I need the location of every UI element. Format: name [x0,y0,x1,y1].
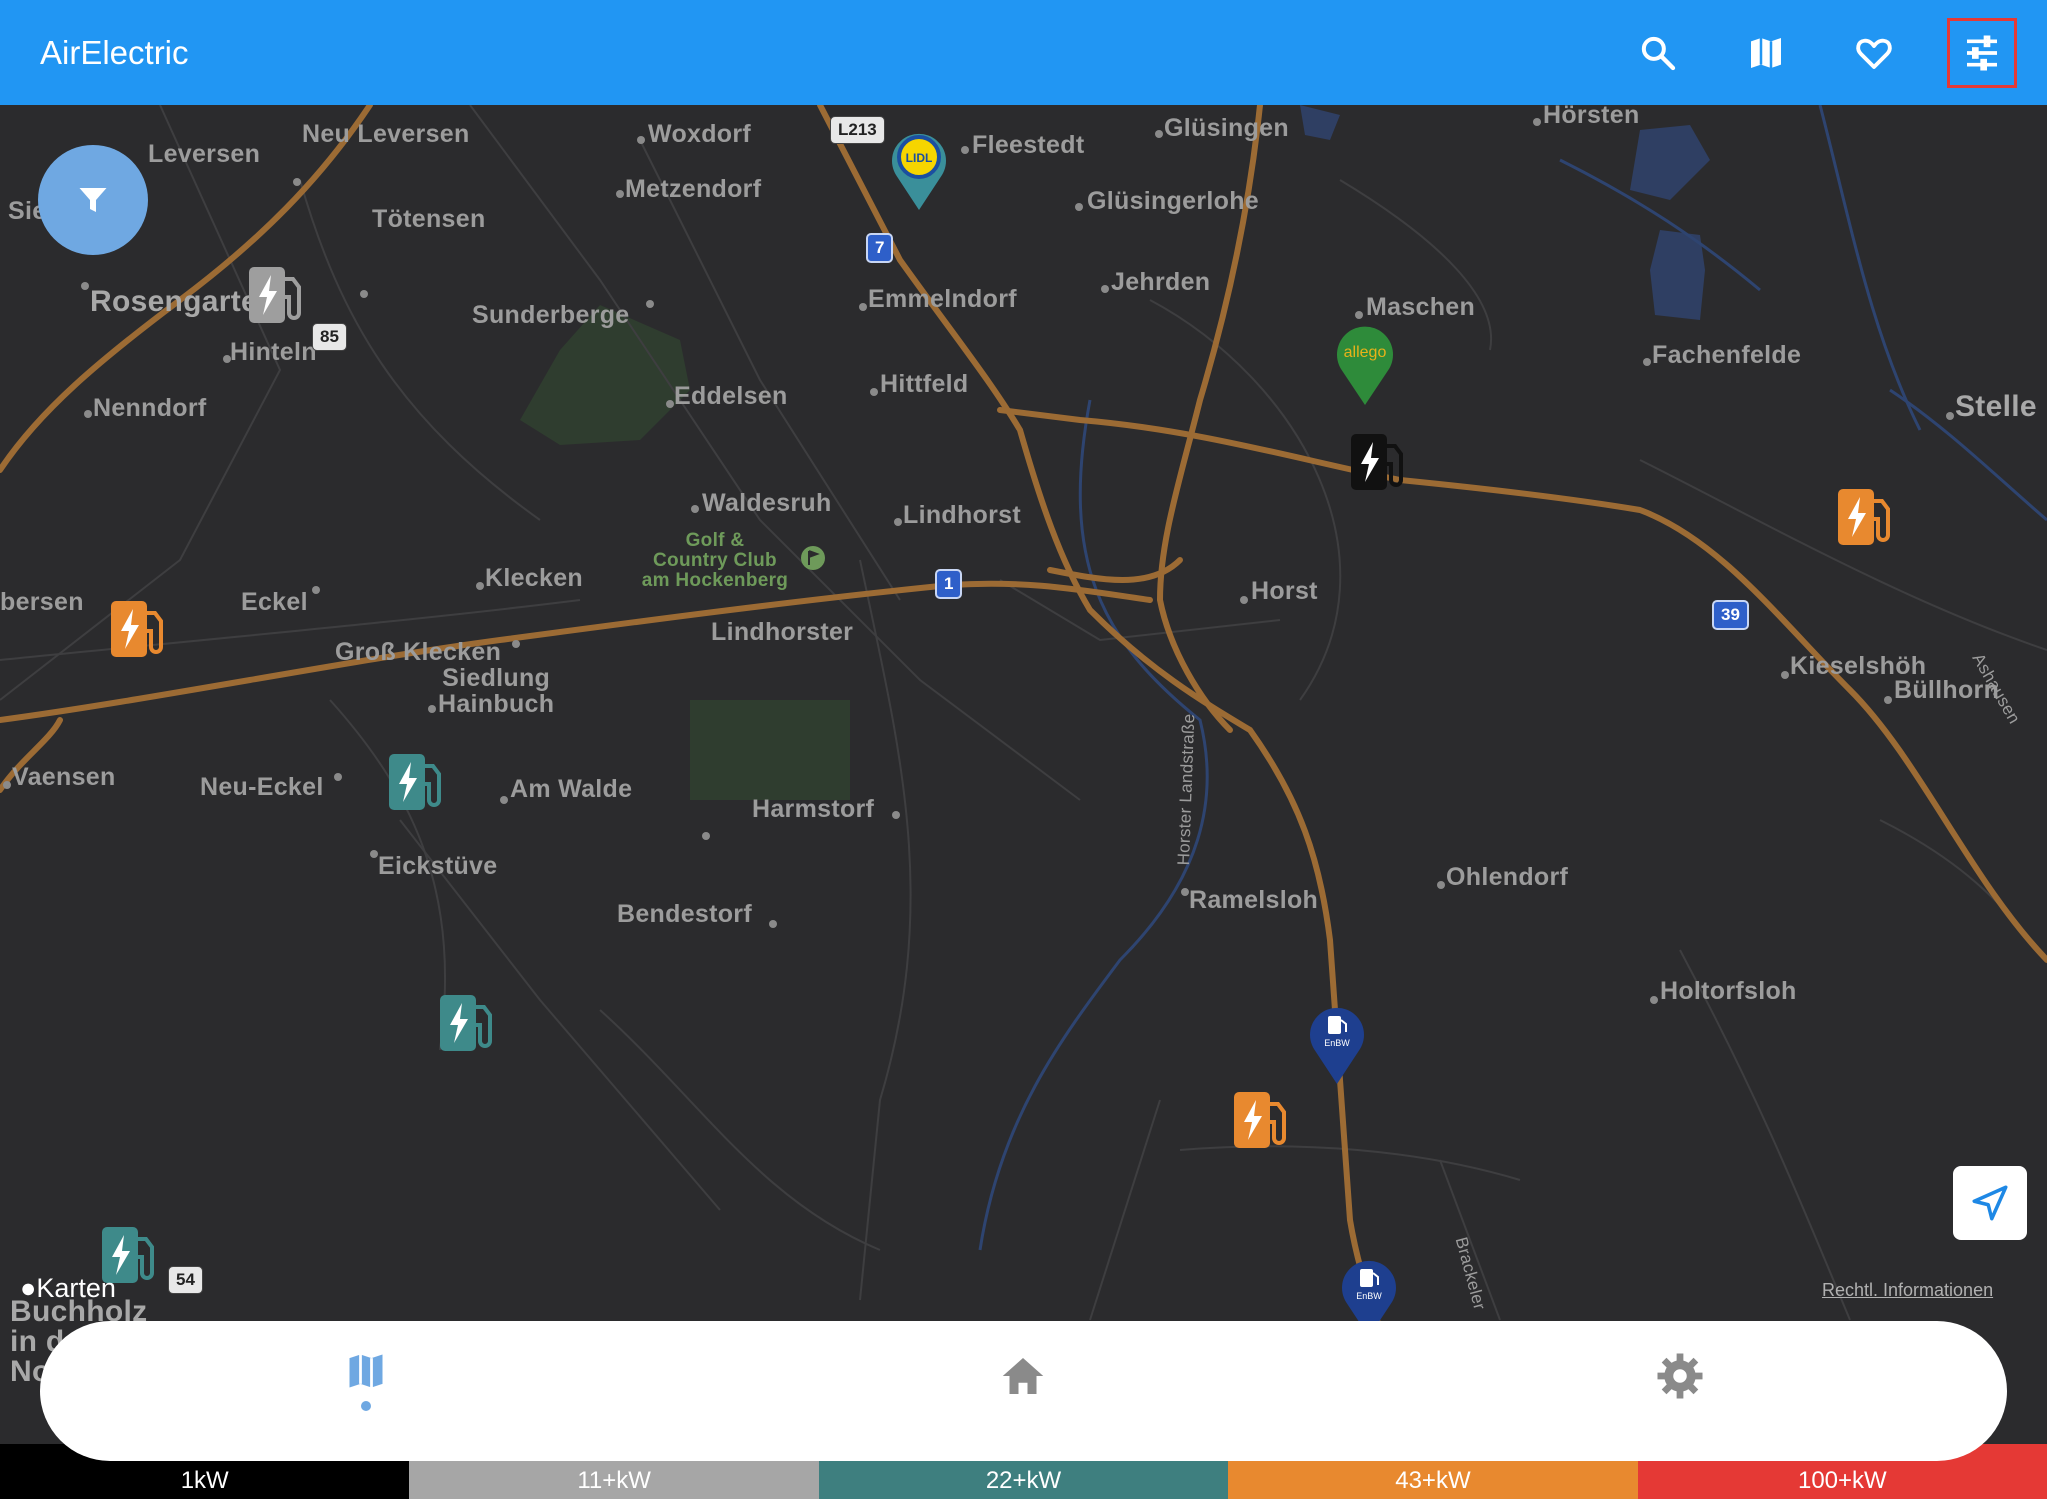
place-label: Waldesruh [702,489,832,517]
place-label: Leversen [148,140,261,168]
road-shield: 1 [935,569,963,599]
place-label: Horst [1251,577,1318,605]
road-shield: L213 [830,116,885,144]
place-label: Groß Klecken [335,638,502,666]
road-shield: 54 [168,1266,203,1294]
svg-text:EnBW: EnBW [1324,1038,1350,1048]
charging-station-marker[interactable] [387,750,447,814]
place-label: Maschen [1366,293,1476,321]
golf-icon [801,546,825,570]
charging-station-marker[interactable] [1232,1088,1292,1152]
place-label: Eickstüve [378,852,498,880]
settings-tune-button[interactable] [1947,18,2017,88]
heart-icon [1856,38,1892,69]
place-label: Vaensen [12,763,116,791]
nav-item-home[interactable] [973,1349,1073,1429]
place-label: Eddelsen [674,382,788,410]
ev-charger-icon [440,995,492,1051]
my-location-button[interactable] [1953,1166,2027,1240]
map-pin-icon: allego [1337,326,1393,405]
place-label: Neu Leversen [302,120,470,148]
place-label: Emmelndorf [868,285,1017,313]
place-label: Fleestedt [972,131,1085,159]
app-title: AirElectric [40,34,189,71]
ev-charger-icon [249,267,301,323]
charging-station-marker[interactable] [109,597,169,661]
charging-station-marker[interactable] [1836,485,1896,549]
map-icon [349,1354,383,1388]
map-canvas[interactable]: Neu Leversen Leversen Woxdorf Fleestedt … [0,105,2047,1499]
place-label: Ramelsloh [1189,886,1319,914]
place-label: Jehrden [1111,268,1211,296]
place-label: Glüsingen [1164,114,1289,142]
filter-button[interactable] [38,145,148,255]
place-label: Ohlendorf [1446,863,1569,891]
place-label: Fachenfelde [1652,341,1802,369]
charging-station-marker[interactable] [438,991,498,1055]
place-label: Klecken [485,564,583,592]
place-label: Sunderberge [472,301,630,329]
place-label: Harmstorf [752,795,875,823]
place-label: Metzendorf [625,175,762,203]
apple-logo-icon: ● [20,1273,37,1303]
ev-charger-icon [389,754,441,810]
enbw-station-pin[interactable]: EnBW [1308,1004,1366,1091]
place-label: bersen [0,588,84,616]
map-pin-icon: EnBW [1310,1007,1364,1084]
road-shield: 85 [312,323,347,351]
place-label: Holtorfsloh [1660,977,1797,1005]
map-attribution: ●Karten [20,1273,116,1303]
place-label: Hittfeld [880,370,969,398]
home-icon [1002,1358,1044,1394]
filter-icon [79,188,107,212]
bottom-navigation [40,1321,2007,1461]
svg-text:allego: allego [1344,344,1387,361]
tune-icon [1967,35,1997,71]
ev-charger-icon [111,601,163,657]
lidl-station-pin[interactable]: LIDL [890,130,948,217]
place-label: Bendestorf [617,900,752,928]
place-label: Hörsten [1543,105,1640,129]
map-pin-icon: LIDL [892,133,946,210]
ev-charger-icon [1234,1092,1286,1148]
app-bar: AirElectric [0,0,2047,105]
place-label: Tötensen [372,205,486,233]
place-label: Eckel [241,588,308,616]
place-label: Stelle [1955,390,2037,423]
map-roads-layer [0,105,2047,1383]
location-arrow-icon [1972,1185,2008,1221]
gear-icon [1657,1353,1703,1399]
ev-charger-icon [1838,489,1890,545]
place-label: Hinteln [230,338,317,366]
legal-info-link[interactable]: Rechtl. Informationen [1822,1280,1993,1301]
selected-indicator [361,1401,371,1411]
place-label: Neu-Eckel [200,773,324,801]
charging-station-marker[interactable] [247,263,307,327]
place-label: Am Walde [510,775,633,803]
road-shield: 7 [866,233,894,263]
allego-station-pin[interactable]: allego [1335,323,1395,412]
map-icon [1751,38,1781,68]
place-label: Woxdorf [648,120,752,148]
map-view-button[interactable] [1731,18,1801,88]
ev-charger-icon [1351,434,1403,490]
nav-item-settings[interactable] [1630,1349,1730,1429]
place-label: Glüsingerlohe [1087,187,1259,215]
nav-item-map[interactable] [316,1349,416,1429]
golf-club-label: Golf & Country Club am Hockenberg [641,530,789,591]
search-icon [1641,36,1676,71]
place-label: Lindhorst [903,501,1021,529]
search-button[interactable] [1623,18,1693,88]
place-label: Siedlung Hainbuch [438,664,555,718]
road-shield: 39 [1712,600,1749,630]
svg-text:EnBW: EnBW [1356,1291,1382,1301]
svg-text:LIDL: LIDL [906,151,933,165]
charging-station-marker[interactable] [1349,430,1409,494]
place-label: Lindhorster [711,618,854,646]
place-label: Nenndorf [93,394,207,422]
favorites-button[interactable] [1839,18,1909,88]
